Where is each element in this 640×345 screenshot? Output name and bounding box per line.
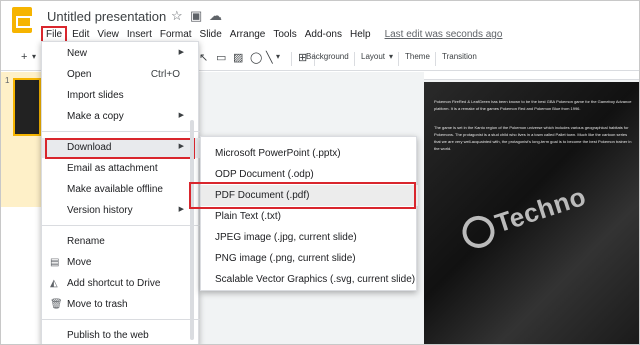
menu-edit[interactable]: Edit: [68, 28, 93, 42]
file-menu-item-publish[interactable]: Publish to the web: [42, 326, 200, 344]
slide-number: 1: [5, 76, 10, 85]
star-icon[interactable]: ☆: [171, 8, 183, 24]
shortcut-label: Ctrl+O: [150, 69, 180, 80]
download-item-png[interactable]: PNG image (.png, current slide): [201, 248, 418, 269]
theme-button[interactable]: Theme: [405, 52, 430, 61]
slide-thumbnail[interactable]: [13, 78, 41, 136]
layout-button[interactable]: Layout: [361, 52, 385, 61]
toolbar-divider: [354, 52, 355, 66]
trash-icon: 🗑: [50, 299, 63, 310]
download-item-svg[interactable]: Scalable Vector Graphics (.svg, current …: [201, 269, 418, 290]
file-menu-dropdown: New ▶ Open Ctrl+O Import slides Make a c…: [41, 41, 200, 344]
menu-insert[interactable]: Insert: [123, 28, 156, 42]
new-slide-dropdown-icon[interactable]: ▾: [32, 52, 36, 61]
file-menu-item-make-copy[interactable]: Make a copy ▶: [42, 107, 200, 127]
menu-tools[interactable]: Tools: [269, 28, 300, 42]
menu-format[interactable]: Format: [156, 28, 196, 42]
menu-view[interactable]: View: [93, 28, 123, 42]
slide-paragraph-2[interactable]: The game is set in the Kanto region of t…: [434, 124, 634, 152]
menu-arrange[interactable]: Arrange: [226, 28, 270, 42]
shape-icon[interactable]: ◯: [250, 51, 262, 64]
file-menu-item-new[interactable]: New ▶: [42, 44, 200, 64]
current-slide[interactable]: Pokemon FireRed & LeafGreen has been kno…: [424, 82, 639, 344]
transition-button[interactable]: Transition: [442, 52, 477, 61]
file-menu-item-open[interactable]: Open Ctrl+O: [42, 65, 200, 85]
submenu-arrow-icon: ▶: [178, 112, 184, 119]
file-menu-item-import-slides[interactable]: Import slides: [42, 86, 200, 106]
last-edit-link[interactable]: Last edit was seconds ago: [381, 28, 507, 42]
toolbar-divider: [435, 52, 436, 66]
toolbar-divider: [291, 52, 292, 66]
layout-dropdown-icon[interactable]: ▾: [389, 52, 393, 61]
watermark-text: Techno: [491, 180, 590, 239]
ruler: [424, 72, 639, 80]
slide-paragraph-1[interactable]: Pokemon FireRed & LeafGreen has been kno…: [434, 98, 634, 112]
line-icon[interactable]: ╲: [266, 51, 273, 64]
menu-help[interactable]: Help: [346, 28, 375, 42]
submenu-arrow-icon: ▶: [178, 49, 184, 56]
document-title[interactable]: Untitled presentation: [47, 9, 166, 24]
download-item-jpg[interactable]: JPEG image (.jpg, current slide): [201, 227, 418, 248]
menu-addons[interactable]: Add-ons: [301, 28, 346, 42]
toolbar-divider: [398, 52, 399, 66]
submenu-arrow-icon: ▶: [178, 206, 184, 213]
download-item-txt[interactable]: Plain Text (.txt): [201, 206, 418, 227]
new-slide-button[interactable]: +: [21, 51, 27, 63]
line-dropdown-icon[interactable]: ▾: [276, 52, 280, 61]
technoms-logo-icon: [458, 211, 499, 253]
slide-watermark-logo: Techno: [458, 180, 590, 253]
app-header: Untitled presentation ☆ ▣ ☁ File Edit Vi…: [1, 1, 639, 45]
filmstrip: 1: [1, 72, 41, 344]
download-item-pdf[interactable]: PDF Document (.pdf): [189, 182, 418, 209]
file-menu-item-move-to-trash[interactable]: 🗑 Move to trash: [42, 295, 200, 315]
menu-divider: [42, 131, 200, 132]
select-icon[interactable]: ↖: [199, 51, 208, 64]
file-menu-item-rename[interactable]: Rename: [42, 232, 200, 252]
file-menu-item-version-history[interactable]: Version history ▶: [42, 201, 200, 221]
file-menu-item-move[interactable]: ▤ Move: [42, 253, 200, 273]
textbox-icon[interactable]: ▭: [216, 51, 226, 64]
file-menu-item-email-attachment[interactable]: Email as attachment: [42, 159, 200, 179]
menu-scrollbar[interactable]: [190, 120, 194, 340]
folder-icon: ▤: [50, 257, 60, 268]
download-item-pptx[interactable]: Microsoft PowerPoint (.pptx): [201, 143, 418, 164]
file-menu-item-add-shortcut[interactable]: ◭ Add shortcut to Drive: [42, 274, 200, 294]
file-menu-item-offline[interactable]: Make available offline: [42, 180, 200, 200]
background-button[interactable]: Background: [306, 52, 349, 61]
menu-divider: [42, 225, 200, 226]
folder-move-icon[interactable]: ▣: [190, 8, 202, 24]
submenu-arrow-icon: ▶: [178, 143, 184, 150]
window: Untitled presentation ☆ ▣ ☁ File Edit Vi…: [0, 0, 640, 345]
menu-divider: [42, 319, 200, 320]
file-menu-item-download[interactable]: Download ▶: [42, 138, 200, 159]
menu-slide[interactable]: Slide: [196, 28, 226, 42]
cloud-status-icon[interactable]: ☁: [209, 8, 222, 24]
download-submenu: Microsoft PowerPoint (.pptx) ODP Documen…: [189, 136, 418, 291]
image-icon[interactable]: ▨: [233, 51, 243, 64]
slides-logo-icon[interactable]: [12, 7, 32, 33]
drive-shortcut-icon: ◭: [50, 278, 58, 289]
